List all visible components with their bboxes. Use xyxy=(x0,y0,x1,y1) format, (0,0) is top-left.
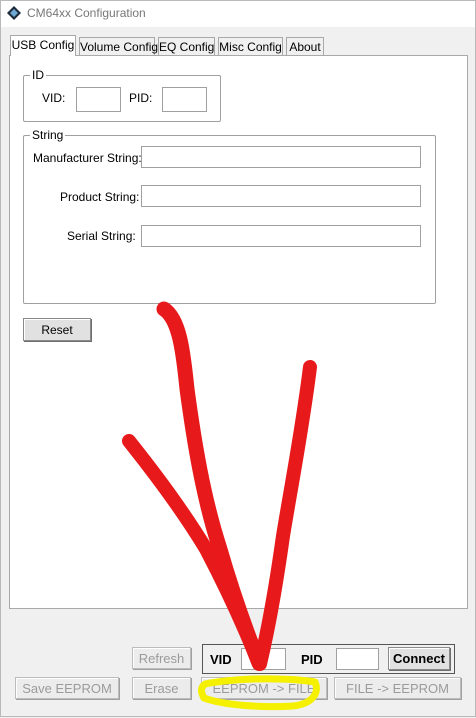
serial-field[interactable] xyxy=(141,225,421,247)
vid-input[interactable] xyxy=(76,87,121,112)
app-icon xyxy=(7,6,21,20)
bottom-pid-input[interactable] xyxy=(336,648,379,670)
pid-label: PID: xyxy=(129,91,153,105)
window-title: CM64xx Configuration xyxy=(27,6,146,20)
vid-label: VID: xyxy=(42,91,66,105)
product-label: Product String: xyxy=(60,190,140,204)
tab-about[interactable]: About xyxy=(286,37,324,55)
bottom-pid-label: PID xyxy=(301,652,323,667)
bottom-vid-input[interactable] xyxy=(241,648,286,670)
tab-volume-config[interactable]: Volume Config xyxy=(79,37,158,55)
erase-button[interactable]: Erase xyxy=(132,677,191,699)
connect-button[interactable]: Connect xyxy=(388,647,450,670)
id-group-legend: ID xyxy=(32,68,44,82)
usb-config-panel: ID VID: PID: String Manufacturer String:… xyxy=(9,55,468,609)
product-field[interactable] xyxy=(141,185,421,207)
refresh-button[interactable]: Refresh xyxy=(132,647,191,669)
tab-eq-config[interactable]: EQ Config xyxy=(158,37,215,55)
reset-button[interactable]: Reset xyxy=(23,318,91,341)
save-eeprom-button[interactable]: Save EEPROM xyxy=(15,677,119,699)
string-group-legend: String xyxy=(32,128,64,142)
title-bar[interactable]: CM64xx Configuration xyxy=(1,1,475,27)
bottom-vid-label: VID xyxy=(210,652,232,667)
tab-usb-config[interactable]: USB Config xyxy=(10,35,76,56)
app-window: CM64xx Configuration USB Config Volume C… xyxy=(0,0,476,717)
eeprom-to-file-button[interactable]: EEPROM -> FILE xyxy=(201,677,327,699)
manufacturer-field[interactable] xyxy=(141,146,421,168)
file-to-eeprom-button[interactable]: FILE -> EEPROM xyxy=(334,677,461,699)
pid-input[interactable] xyxy=(162,87,207,112)
manufacturer-label: Manufacturer String: xyxy=(33,151,142,165)
tab-misc-config[interactable]: Misc Config xyxy=(218,37,283,55)
serial-label: Serial String: xyxy=(67,229,136,243)
